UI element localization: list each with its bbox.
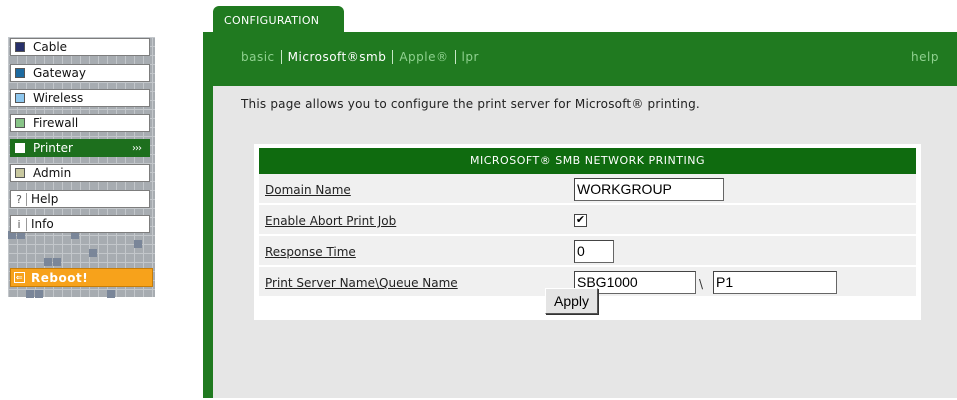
tab-label: CONFIGURATION bbox=[224, 14, 320, 27]
info-icon: i bbox=[12, 217, 27, 231]
sidebar-decoration bbox=[35, 290, 43, 298]
help-link[interactable]: help bbox=[911, 50, 939, 64]
cable-color-icon bbox=[15, 42, 25, 52]
reboot-label: Reboot! bbox=[31, 270, 89, 285]
sidebar-item-label: Admin bbox=[33, 166, 72, 180]
sidebar-item-label: Gateway bbox=[33, 66, 87, 80]
sidebar-item-wireless[interactable]: Wireless bbox=[10, 89, 150, 107]
page-description: This page allows you to configure the pr… bbox=[241, 97, 700, 111]
subnav-divider bbox=[280, 50, 282, 64]
apply-button[interactable]: Apply bbox=[544, 288, 599, 314]
config-panel: basic Microsoft®smb Apple® lpr help This… bbox=[203, 32, 957, 398]
subnav-microsoft-smb-link[interactable]: Microsoft®smb bbox=[288, 50, 387, 64]
table-row: Response Time 0 bbox=[259, 236, 916, 267]
chevron-right-icon: ››› bbox=[132, 142, 142, 154]
back-arrow-icon: ⇐ bbox=[14, 272, 25, 283]
sidebar-decoration bbox=[107, 290, 115, 298]
sidebar-item-label: Help bbox=[31, 192, 59, 206]
sidebar-item-info[interactable]: i Info bbox=[10, 215, 150, 233]
subnav-lpr-link[interactable]: lpr bbox=[462, 50, 479, 64]
sidebar-item-printer[interactable]: Printer ››› bbox=[10, 139, 150, 157]
apply-row: Apply bbox=[213, 288, 880, 314]
subnav-divider bbox=[392, 50, 394, 64]
sidebar-item-label: Printer bbox=[33, 141, 73, 155]
sidebar-decoration bbox=[26, 290, 34, 298]
reboot-button[interactable]: ⇐ Reboot! bbox=[10, 268, 153, 287]
question-icon: ? bbox=[12, 192, 27, 206]
tab-configuration[interactable]: CONFIGURATION bbox=[213, 6, 344, 33]
table-header: MICROSOFT® SMB NETWORK PRINTING bbox=[259, 148, 916, 174]
enable-abort-print-job-label[interactable]: Enable Abort Print Job bbox=[265, 214, 396, 228]
subnav-divider bbox=[454, 50, 456, 64]
domain-name-label[interactable]: Domain Name bbox=[265, 183, 351, 197]
response-time-input[interactable]: 0 bbox=[574, 240, 614, 263]
sidebar-decoration bbox=[134, 240, 142, 248]
sidebar-item-label: Info bbox=[31, 217, 54, 231]
sidebar-decoration bbox=[89, 249, 97, 257]
sidebar-item-cable[interactable]: Cable bbox=[10, 38, 150, 56]
printer-color-icon bbox=[15, 143, 25, 153]
sidebar-item-firewall[interactable]: Firewall bbox=[10, 114, 150, 132]
sidebar-decoration bbox=[44, 258, 52, 266]
firewall-color-icon bbox=[15, 118, 25, 128]
sidebar-item-label: Wireless bbox=[33, 91, 84, 105]
sidebar-item-label: Cable bbox=[33, 40, 68, 54]
domain-name-input[interactable]: WORKGROUP bbox=[574, 178, 724, 201]
sidebar-item-label: Firewall bbox=[33, 116, 79, 130]
enable-abort-checkbox[interactable]: ✔ bbox=[574, 214, 587, 227]
sidebar-item-admin[interactable]: Admin bbox=[10, 164, 150, 182]
response-time-label[interactable]: Response Time bbox=[265, 245, 356, 259]
gateway-color-icon bbox=[15, 68, 25, 78]
table-row: Domain Name WORKGROUP bbox=[259, 174, 916, 205]
sub-navigation: basic Microsoft®smb Apple® lpr help bbox=[203, 32, 957, 86]
content-area: This page allows you to configure the pr… bbox=[213, 86, 957, 398]
sidebar-item-gateway[interactable]: Gateway bbox=[10, 64, 150, 82]
sidebar-nav: Cable Gateway Wireless Firewall Printer … bbox=[8, 37, 155, 298]
sidebar-item-help[interactable]: ? Help bbox=[10, 190, 150, 208]
subnav-apple-link[interactable]: Apple® bbox=[399, 50, 448, 64]
sidebar-decoration bbox=[53, 258, 61, 266]
table-row: Enable Abort Print Job ✔ bbox=[259, 205, 916, 236]
subnav-basic-link[interactable]: basic bbox=[241, 50, 275, 64]
wireless-color-icon bbox=[15, 93, 25, 103]
admin-color-icon bbox=[15, 168, 25, 178]
